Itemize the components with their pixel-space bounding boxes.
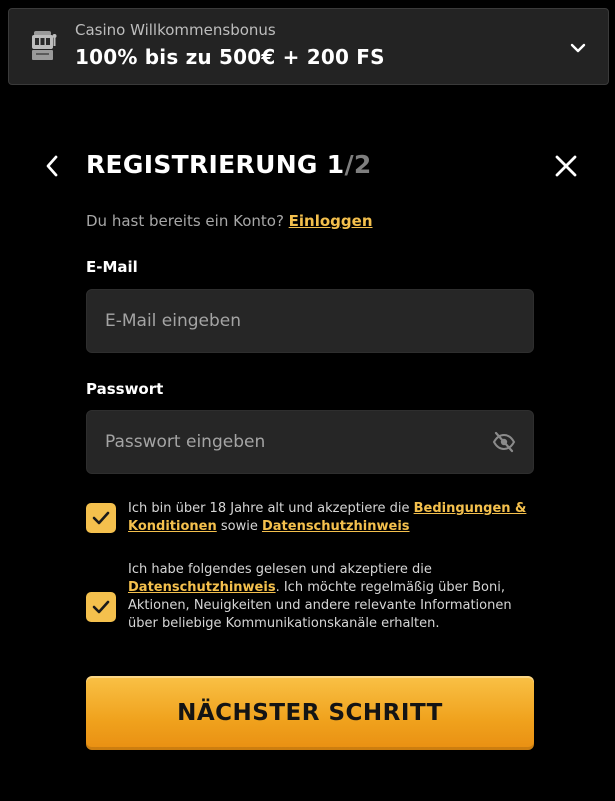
page-title: REGISTRIERUNG 1/2 [86,150,372,179]
marketing-text: Ich habe folgendes gelesen und akzeptier… [128,561,528,633]
consent-2-text: Ich habe folgendes gelesen und akzeptier… [128,562,432,577]
privacy-link[interactable]: Datenschutzhinweis [262,519,410,534]
bonus-banner[interactable]: Casino Willkommensbonus 100% bis zu 500€… [8,8,609,85]
chevron-left-icon [46,155,58,177]
consent-1-text: Ich bin über 18 Jahre alt und akzeptiere… [128,501,414,516]
marketing-checkbox[interactable] [86,592,116,622]
password-field[interactable] [86,410,534,474]
bonus-title: 100% bis zu 500€ + 200 FS [75,45,385,69]
close-icon [555,155,577,177]
back-button[interactable] [40,152,66,180]
page-title-total: /2 [344,150,372,179]
email-label: E-Mail [86,258,138,276]
age-terms-checkbox[interactable] [86,503,116,533]
close-button[interactable] [553,153,579,179]
consent-1-middle: sowie [216,519,262,534]
login-prompt: Du hast bereits ein Konto? Einloggen [86,212,373,230]
checkmark-icon [92,600,110,614]
checkmark-icon [92,511,110,525]
eye-off-icon[interactable] [492,431,516,453]
slot-machine-icon [31,29,57,61]
privacy-link-2[interactable]: Datenschutzhinweis [128,580,276,595]
age-terms-text: Ich bin über 18 Jahre alt und akzeptiere… [128,500,528,536]
email-field[interactable] [86,289,534,353]
password-label: Passwort [86,380,164,398]
registration-page: Casino Willkommensbonus 100% bis zu 500€… [0,0,615,801]
next-step-button[interactable]: NÄCHSTER SCHRITT [86,676,534,750]
chevron-down-icon[interactable] [570,39,586,53]
bonus-subtitle: Casino Willkommensbonus [75,21,276,39]
page-title-step: REGISTRIERUNG 1 [86,150,345,179]
login-prompt-text: Du hast bereits ein Konto? [86,212,289,230]
login-link[interactable]: Einloggen [289,212,373,230]
